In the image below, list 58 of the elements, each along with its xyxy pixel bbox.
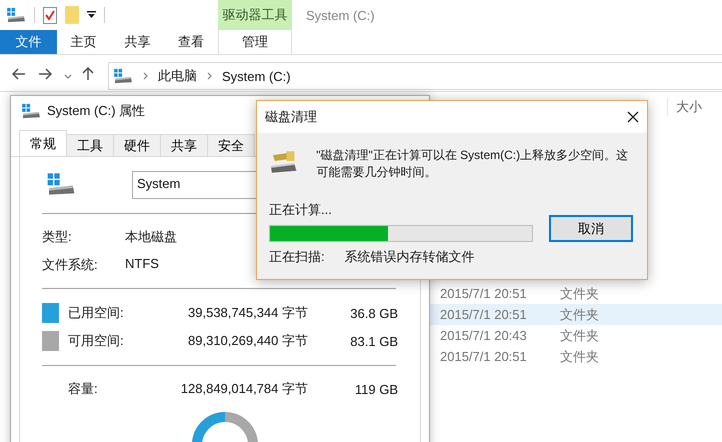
drive-icon — [6, 7, 26, 23]
file-row[interactable]: 2015/7/1 20:51 文件夹 — [430, 346, 722, 367]
breadcrumb[interactable]: System (C:) — [222, 68, 291, 84]
close-icon[interactable] — [627, 111, 639, 123]
contextual-tab-group: 驱动器工具 — [218, 0, 292, 30]
chevron-icon — [207, 72, 212, 80]
byte-count: 39,538,745,344 字节 — [187, 304, 308, 322]
date-cell-text: 2015/7/1 20:51 — [440, 349, 528, 364]
field-value: NTFS — [125, 256, 159, 273]
cleanup-message: "磁盘清理"正在计算可以在 System(C:)上释放多少空间。这可能需要几分钟时间。 — [316, 147, 630, 181]
dialog-tab[interactable]: 共享 — [160, 134, 208, 156]
drive-icon — [46, 172, 76, 196]
byte-count: 89,310,269,440 字节 — [187, 332, 308, 350]
scan-item: 系统错误内存转储文件 — [344, 248, 475, 266]
recent-dropdown-icon[interactable] — [64, 74, 72, 78]
chevron-icon — [143, 72, 148, 80]
field-label: 文件系统: — [42, 256, 98, 274]
field-value: 本地磁盘 — [125, 228, 177, 246]
drive-icon — [21, 103, 41, 119]
dialog-title: 磁盘清理 — [265, 108, 317, 126]
scan-label: 正在扫描: — [269, 248, 325, 266]
date-cell-text: 2015/7/1 20:51 — [440, 307, 528, 322]
ribbon-tab[interactable]: 共享 — [110, 30, 164, 54]
window-title: System (C:) — [306, 8, 375, 22]
dialog-tab[interactable]: 安全 — [207, 134, 255, 156]
address-bar[interactable]: 此电脑 System (C:) — [108, 62, 722, 90]
file-row[interactable]: 2015/7/1 20:51 文件夹 — [430, 304, 722, 325]
type-cell: 文件夹 — [560, 284, 599, 302]
date-cell-text: 2015/7/1 20:43 — [440, 328, 528, 343]
size-value: 36.8 GB — [349, 306, 398, 320]
field-label: 已用空间: — [68, 304, 125, 322]
dropdown-icon[interactable] — [87, 11, 96, 19]
breadcrumb[interactable]: 此电脑 — [158, 67, 197, 85]
size-value: 119 GB — [354, 382, 398, 396]
file-row[interactable]: 2015/7/1 20:43 文件夹 — [430, 325, 722, 346]
field-label: 类型: — [42, 228, 72, 246]
type-cell: 文件夹 — [560, 306, 599, 324]
date-cell-text: 2015/7/1 20:51 — [440, 286, 528, 301]
dialog-tab[interactable]: 常规 — [19, 130, 67, 156]
status-text: 正在计算... — [269, 201, 333, 219]
column-header[interactable]: 大小 — [667, 98, 702, 116]
type-cell: 文件夹 — [560, 326, 599, 344]
checklist-icon[interactable] — [43, 6, 57, 24]
size-value: 83.1 GB — [349, 334, 398, 348]
drive-icon — [113, 68, 133, 84]
cancel-button[interactable]: 取消 — [549, 215, 633, 242]
dialog-tab[interactable]: 工具 — [66, 134, 114, 156]
field-label: 容量: — [68, 380, 99, 398]
file-row[interactable]: 2015/7/1 20:51 文件夹 — [430, 283, 722, 304]
field-label: 可用空间: — [68, 332, 125, 350]
ribbon-tab[interactable]: 主页 — [56, 30, 110, 54]
ribbon-tab[interactable]: 查看 — [164, 30, 218, 54]
ribbon-tab[interactable]: 管理 — [218, 30, 292, 54]
dialog-title: System (C:) 属性 — [47, 102, 146, 120]
type-cell: 文件夹 — [560, 348, 599, 366]
byte-count: 128,849,014,784 字节 — [180, 380, 308, 398]
ribbon-tab[interactable]: 文件 — [0, 30, 57, 54]
dialog-tab[interactable]: 硬件 — [113, 134, 161, 156]
